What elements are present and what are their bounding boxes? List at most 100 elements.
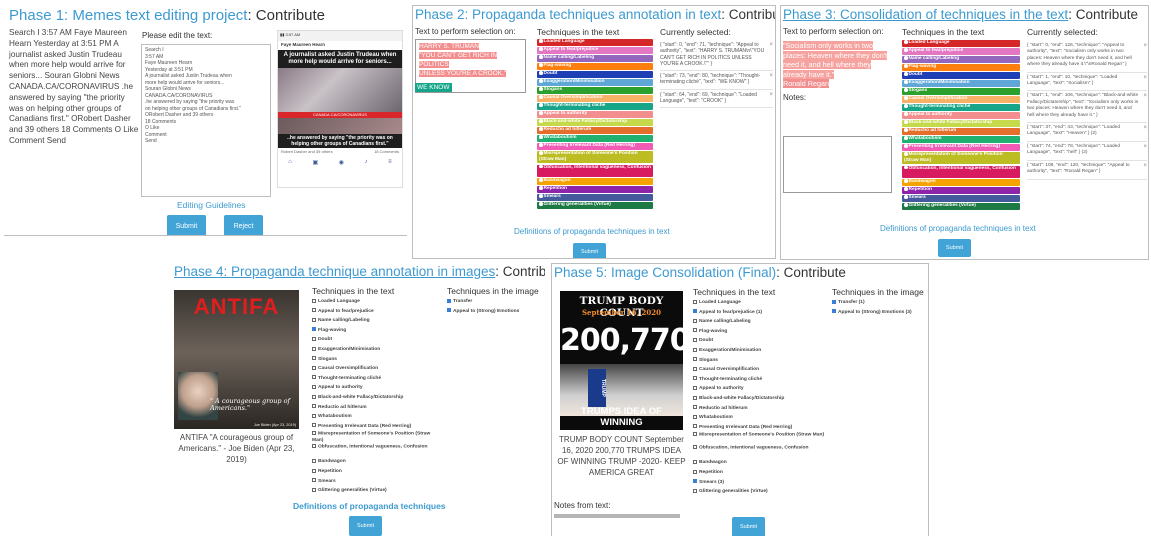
checkbox-icon[interactable] (693, 366, 697, 371)
technique-checkbox[interactable]: Reductio ad hitlerum (693, 404, 828, 414)
remove-icon[interactable]: × (1143, 144, 1147, 150)
technique-checkbox[interactable]: Appeal to fear/prejudice (312, 307, 442, 317)
technique-checkbox[interactable]: Causal Oversimplification (312, 364, 442, 374)
phase4-title-link[interactable]: Phase 4: Propaganda technique annotation… (174, 264, 495, 279)
checked-box-icon[interactable] (693, 479, 697, 484)
technique-checkbox[interactable]: Loaded Language (693, 298, 828, 308)
technique-checkbox[interactable]: Flag-waving (693, 327, 828, 337)
phase5-title-link[interactable]: Phase 5: Image Consolidation (Final) (554, 265, 776, 280)
checkbox-icon[interactable] (312, 346, 316, 351)
technique-checkbox[interactable]: Bandwagon (312, 457, 442, 467)
technique-chip[interactable]: Bandwagon (537, 178, 653, 185)
technique-checkbox[interactable]: Name calling/Labeling (693, 317, 828, 327)
technique-chip[interactable]: Name calling/Labeling (537, 55, 653, 62)
technique-chip[interactable]: Reductio ad hitlerum (902, 128, 1020, 135)
technique-chip[interactable]: Whataboutism (902, 136, 1020, 143)
technique-chip[interactable]: Doubt (902, 72, 1020, 79)
technique-checkbox[interactable]: Name calling/Labeling (312, 316, 442, 326)
checkbox-icon[interactable] (312, 394, 316, 399)
technique-checkbox[interactable]: Presenting Irrelevant Data (Red Herring) (693, 423, 828, 433)
technique-chip[interactable]: Obfuscation, Intentional vagueness, Conf… (537, 164, 653, 177)
checkbox-icon[interactable] (693, 328, 697, 333)
technique-chip[interactable]: Loaded Language (902, 40, 1020, 47)
technique-checkbox[interactable]: Appeal to (Strong) Emotions (447, 307, 543, 317)
checked-box-icon[interactable] (447, 308, 451, 313)
checkbox-icon[interactable] (312, 468, 316, 473)
phase2-definitions-link[interactable]: Definitions of propaganda techniques in … (514, 227, 670, 236)
technique-checkbox[interactable]: Black-and-white Fallacy/Dictatorship (693, 394, 828, 404)
technique-chip[interactable]: Whataboutism (537, 135, 653, 142)
technique-chip[interactable]: Smears (537, 194, 653, 201)
phase2-title-link[interactable]: Phase 2: Propaganda techniques annotatio… (415, 7, 721, 22)
technique-chip[interactable]: Doubt (537, 71, 653, 78)
remove-icon[interactable]: × (1143, 43, 1147, 49)
technique-checkbox[interactable]: Misrepresentation of Someone's Position … (693, 432, 828, 445)
remove-icon[interactable]: × (769, 42, 773, 48)
phase3-title-link[interactable]: Phase 3: Consolidation of techniques in … (783, 7, 1068, 22)
technique-checkbox[interactable]: Exaggeration/Minimisation (693, 346, 828, 356)
phase5-submit-button[interactable]: Submit (732, 517, 765, 536)
phase1-editing-guidelines-link[interactable]: Editing Guidelines (177, 200, 246, 210)
technique-chip[interactable]: Loaded Language (537, 39, 653, 46)
phase3-definitions-link[interactable]: Definitions of propaganda techniques in … (880, 224, 1036, 233)
technique-checkbox[interactable]: Reductio ad hitlerum (312, 403, 442, 413)
technique-checkbox[interactable]: Thought-terminating cliché (312, 374, 442, 384)
technique-chip[interactable]: Slogans (537, 87, 653, 94)
technique-checkbox[interactable]: Exaggeration/Minimisation (312, 345, 442, 355)
technique-checkbox[interactable]: Thought-terminating cliché (693, 375, 828, 385)
checked-box-icon[interactable] (832, 309, 836, 314)
technique-chip[interactable]: Flag-waving (537, 63, 653, 70)
technique-chip[interactable]: Slogans (902, 88, 1020, 95)
technique-chip[interactable]: Appeal to fear/prejudice (902, 48, 1020, 55)
phase3-notes-textarea[interactable] (783, 136, 892, 193)
technique-chip[interactable]: Bandwagon (902, 179, 1020, 186)
checkbox-icon[interactable] (693, 405, 697, 410)
checkbox-icon[interactable] (693, 460, 697, 465)
checkbox-icon[interactable] (693, 338, 697, 343)
checkbox-icon[interactable] (693, 424, 697, 429)
technique-checkbox[interactable]: Appeal to authority (693, 384, 828, 394)
technique-checkbox[interactable]: Repetition (312, 467, 442, 477)
technique-chip[interactable]: Repetition (537, 186, 653, 193)
checkbox-icon[interactable] (693, 386, 697, 391)
technique-checkbox[interactable]: Slogans (312, 355, 442, 365)
checkbox-icon[interactable] (312, 365, 316, 370)
phase1-reject-button[interactable]: Reject (224, 215, 263, 235)
checkbox-icon[interactable] (693, 347, 697, 352)
technique-chip[interactable]: Appeal to authority (902, 112, 1020, 119)
checkbox-icon[interactable] (693, 299, 697, 304)
checkbox-icon[interactable] (312, 308, 316, 313)
technique-chip[interactable]: Glittering generalities (Virtue) (537, 202, 653, 209)
checkbox-icon[interactable] (693, 414, 697, 419)
technique-checkbox[interactable]: Causal Oversimplification (693, 365, 828, 375)
technique-checkbox[interactable]: Transfer (447, 297, 543, 307)
technique-checkbox[interactable]: Black-and-white Fallacy/Dictatorship (312, 393, 442, 403)
technique-chip[interactable]: Thought-terminating cliché (902, 104, 1020, 111)
checkbox-icon[interactable] (312, 375, 316, 380)
technique-checkbox[interactable]: Appeal to fear/prejudice (1) (693, 308, 828, 318)
technique-chip[interactable]: Glittering generalities (Virtue) (902, 203, 1020, 210)
checkbox-icon[interactable] (693, 395, 697, 400)
remove-icon[interactable]: × (1143, 93, 1147, 99)
checked-box-icon[interactable] (693, 309, 697, 314)
remove-icon[interactable]: × (1143, 125, 1147, 131)
technique-checkbox[interactable]: Bandwagon (693, 458, 828, 468)
technique-chip[interactable]: Causal Oversimplification (902, 96, 1020, 103)
phase3-selection-text[interactable]: "Socialism only works in two places: Heav… (783, 41, 895, 89)
checkbox-icon[interactable] (312, 478, 316, 483)
technique-checkbox[interactable]: Whataboutism (312, 412, 442, 422)
phase1-submit-button[interactable]: Submit (167, 215, 206, 235)
checked-box-icon[interactable] (312, 327, 316, 332)
checkbox-icon[interactable] (312, 317, 316, 322)
technique-checkbox[interactable]: Obfuscation, Intentional vagueness, Conf… (693, 445, 828, 458)
technique-checkbox[interactable]: Slogans (693, 356, 828, 366)
checkbox-icon[interactable] (312, 337, 316, 342)
technique-checkbox[interactable]: Glittering generalities (Virtue) (312, 486, 442, 496)
technique-chip[interactable]: Misrepresentation of Someone's Position … (537, 151, 653, 163)
technique-checkbox[interactable]: Repetition (693, 468, 828, 478)
checkbox-icon[interactable] (693, 488, 697, 493)
checkbox-icon[interactable] (312, 413, 316, 418)
checked-box-icon[interactable] (832, 299, 836, 304)
technique-chip[interactable]: Obfuscation, Intentional vagueness, Conf… (902, 165, 1020, 178)
technique-checkbox[interactable]: Misrepresentation of Someone's Position … (312, 431, 442, 444)
